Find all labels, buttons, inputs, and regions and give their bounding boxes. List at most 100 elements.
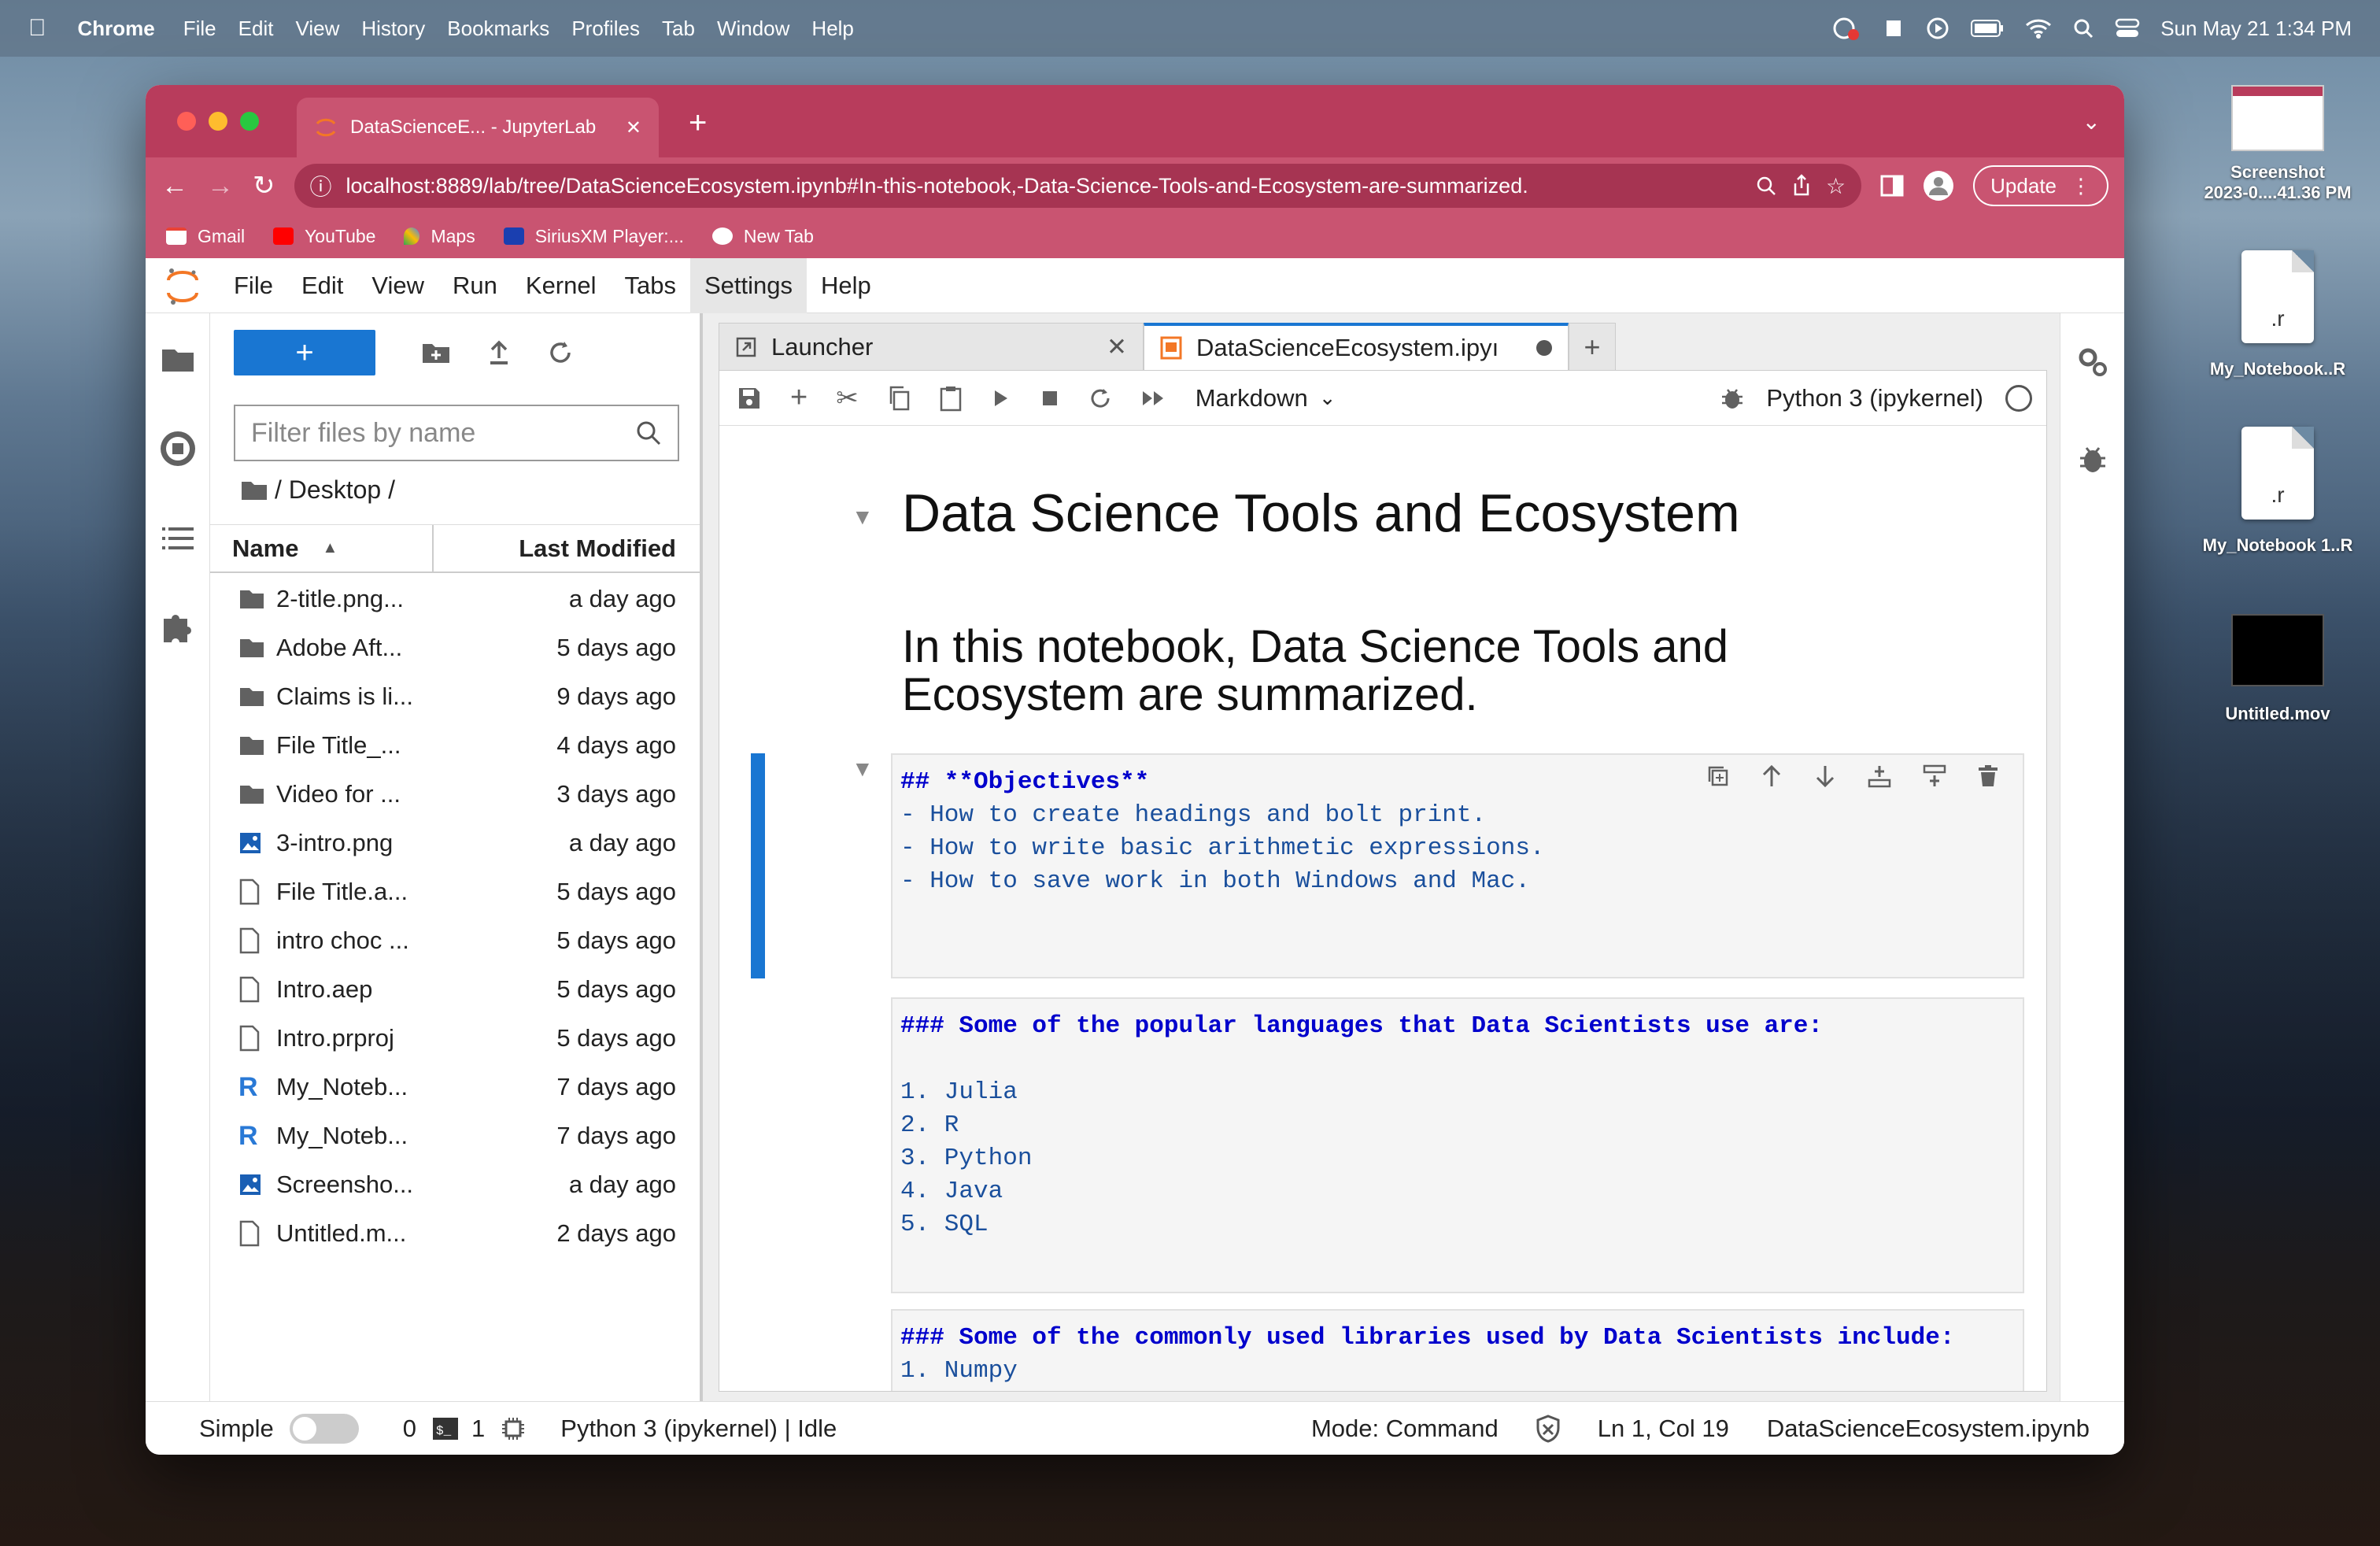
close-tab-icon[interactable]: ✕ [626,117,641,139]
simple-mode-toggle[interactable] [289,1413,359,1444]
bookmark-gmail[interactable]: Gmail [166,226,245,247]
markdown-cell-libraries[interactable]: ### Some of the commonly used libraries … [891,1309,2024,1391]
tab-notebook[interactable]: DataScienceEcosystem.ipyı [1144,323,1569,370]
profile-avatar-icon[interactable] [1923,170,1954,202]
kernel-status[interactable]: Python 3 (ipykernel) | Idle [560,1415,837,1443]
close-window-button[interactable] [177,112,196,131]
debugger-bug-icon[interactable] [2079,444,2107,475]
screen-share-icon[interactable] [1830,16,1861,41]
restart-run-all-icon[interactable] [1140,388,1167,409]
file-list-item[interactable]: Screensho... a day ago [210,1160,700,1209]
share-icon[interactable] [1791,174,1812,198]
browser-tab-jupyterlab[interactable]: DataScienceE... - JupyterLab ✕ [297,98,659,157]
update-button[interactable]: Update ⋮ [1973,165,2108,206]
restart-kernel-icon[interactable] [1088,386,1112,410]
battery-icon[interactable] [1970,18,2005,39]
menubar-item-view[interactable]: View [295,17,339,41]
new-launcher-tab-button[interactable]: + [1569,323,1616,370]
cut-icon[interactable]: ✂ [836,383,859,414]
name-column-header[interactable]: Name ▲ [210,525,434,571]
table-of-contents-icon[interactable] [161,524,195,553]
file-list-item[interactable]: Intro.aep 5 days ago [210,965,700,1014]
file-list-item[interactable]: intro choc ... 5 days ago [210,916,700,965]
insert-cell-icon[interactable]: + [790,381,808,415]
apple-menu-icon[interactable]:  [28,15,46,42]
zoom-icon[interactable] [1755,175,1777,197]
reload-icon[interactable]: ↻ [253,170,275,202]
desktop-notebook-r-file[interactable]: .r My_Notebook..R [2199,250,2356,379]
desktop-screenshot-file[interactable]: Screenshot 2023-0....41.36 PM [2199,85,2356,204]
kernel-name[interactable]: Python 3 (ipykernel) [1766,384,1983,412]
file-list-item[interactable]: R My_Noteb... 7 days ago [210,1111,700,1160]
upload-icon[interactable] [486,339,512,366]
cursor-position[interactable]: Ln 1, Col 19 [1598,1415,1729,1443]
debugger-bug-icon[interactable] [1720,386,1744,411]
last-modified-column-header[interactable]: Last Modified [434,534,700,563]
menubar-app-name[interactable]: Chrome [78,17,155,41]
jupyter-menu-run[interactable]: Run [438,258,512,313]
unsaved-dot-icon[interactable] [1536,340,1552,356]
file-list-item[interactable]: Claims is li... 9 days ago [210,672,700,721]
move-up-icon[interactable] [1760,764,1783,788]
desktop-notebook1-r-file[interactable]: .r My_Notebook 1..R [2199,427,2356,556]
menubar-item-window[interactable]: Window [717,17,789,41]
terminal-icon[interactable]: $_ [432,1417,459,1441]
save-icon[interactable] [737,386,762,411]
file-list-item[interactable]: 3-intro.png a day ago [210,819,700,867]
file-list-item[interactable]: Intro.prproj 5 days ago [210,1014,700,1063]
file-list-item[interactable]: 2-title.png... a day ago [210,575,700,623]
forward-arrow-icon[interactable]: → [207,171,234,202]
new-launcher-button[interactable]: + [234,330,375,375]
play-icon[interactable] [1926,17,1949,40]
collapse-heading-icon[interactable]: ▼ [852,505,874,530]
running-kernels-stop-icon[interactable] [159,430,197,468]
evernote-icon[interactable] [1882,16,1905,41]
desktop-untitled-mov-file[interactable]: Untitled.mov [2199,614,2356,724]
refresh-icon[interactable] [547,339,574,366]
file-filter-input[interactable]: Filter files by name [234,405,679,461]
jupyter-menu-kernel[interactable]: Kernel [512,258,611,313]
url-text[interactable]: localhost:8889/lab/tree/DataScienceEcosy… [346,174,1742,198]
minimize-window-button[interactable] [209,112,227,131]
control-center-icon[interactable] [2115,17,2140,39]
bookmark-new-tab[interactable]: New Tab [711,226,814,247]
bookmark-youtube[interactable]: YouTube [273,226,375,247]
jupyter-menu-view[interactable]: View [357,258,438,313]
new-folder-icon[interactable] [421,341,451,364]
close-tab-icon[interactable]: ✕ [1107,333,1127,361]
move-down-icon[interactable] [1813,764,1837,788]
zoom-window-button[interactable] [240,112,259,131]
file-list-item[interactable]: Video for ... 3 days ago [210,770,700,819]
duplicate-cell-icon[interactable] [1706,764,1730,788]
wifi-icon[interactable] [2025,17,2052,39]
file-list-item[interactable]: File Title_... 4 days ago [210,721,700,770]
jupyter-menu-edit[interactable]: Edit [287,258,357,313]
jupyter-menu-tabs[interactable]: Tabs [611,258,690,313]
insert-above-icon[interactable] [1867,764,1892,788]
jupyter-menu-help[interactable]: Help [807,258,885,313]
jupyter-menu-settings[interactable]: Settings [689,257,807,313]
tab-launcher[interactable]: Launcher ✕ [719,323,1144,370]
jupyter-menu-file[interactable]: File [220,258,287,313]
terminal-count[interactable]: 0 [403,1415,416,1443]
menubar-item-help[interactable]: Help [811,17,853,41]
file-list-item[interactable]: R My_Noteb... 7 days ago [210,1063,700,1111]
menubar-item-profiles[interactable]: Profiles [571,17,640,41]
tab-search-chevron-icon[interactable]: ⌄ [2082,109,2101,135]
back-arrow-icon[interactable]: ← [161,171,188,202]
paste-icon[interactable] [939,385,963,412]
home-folder-icon[interactable] [240,479,268,501]
markdown-cell-languages[interactable]: ### Some of the popular languages that D… [891,997,2024,1293]
site-info-icon[interactable]: ⓘ [310,170,332,202]
breadcrumb-path[interactable]: / Desktop / [275,475,395,505]
side-panel-icon[interactable] [1880,175,1904,197]
menubar-item-history[interactable]: History [361,17,425,41]
file-browser-folder-icon[interactable] [161,345,195,373]
insert-below-icon[interactable] [1922,764,1947,788]
collapse-cell-icon[interactable]: ▼ [852,756,874,782]
extensions-puzzle-icon[interactable] [161,609,195,644]
bookmark-star-icon[interactable]: ☆ [1826,173,1846,199]
kernel-chip-icon[interactable] [501,1416,526,1441]
file-list-item[interactable]: Untitled.m... 2 days ago [210,1209,700,1258]
cell-type-dropdown[interactable]: Markdown ⌄ [1196,384,1336,412]
